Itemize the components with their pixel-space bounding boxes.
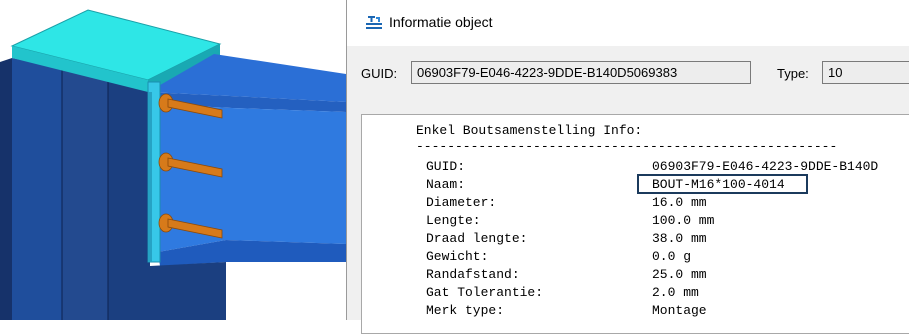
info-row-gewicht: Gewicht: 0.0 g — [426, 249, 692, 264]
info-text-panel[interactable]: Enkel Boutsamenstelling Info: ----------… — [361, 114, 909, 334]
dialog-title: Informatie object — [389, 14, 493, 30]
info-heading: Enkel Boutsamenstelling Info: — [416, 123, 643, 138]
info-row-lengte: Lengte: 100.0 mm — [426, 213, 715, 228]
info-separator: ----------------------------------------… — [416, 139, 838, 154]
type-label: Type: — [777, 66, 809, 81]
model-viewport[interactable] — [0, 0, 346, 320]
guid-row: GUID: 06903F79-E046-4223-9DDE-B140D50693… — [347, 46, 909, 96]
info-row-gat-tolerantie: Gat Tolerantie: 2.0 mm — [426, 285, 699, 300]
info-row-randafstand: Randafstand: 25.0 mm — [426, 267, 707, 282]
info-row-draad-lengte: Draad lengte: 38.0 mm — [426, 231, 707, 246]
dialog-titlebar[interactable]: Informatie object — [347, 0, 909, 46]
object-info-icon — [366, 16, 382, 29]
info-row-merk-type: Merk type: Montage — [426, 303, 707, 318]
naam-highlight-box — [637, 174, 808, 194]
type-field[interactable]: 10 — [822, 61, 909, 84]
info-row-guid: GUID: 06903F79-E046-4223-9DDE-B140D — [426, 159, 879, 174]
steel-connection-model — [0, 9, 346, 320]
info-row-naam: Naam: BOUT-M16*100-4014 — [426, 177, 785, 192]
guid-field[interactable]: 06903F79-E046-4223-9DDE-B140D5069383 — [411, 61, 751, 84]
info-row-diameter: Diameter: 16.0 mm — [426, 195, 707, 210]
guid-label: GUID: — [361, 66, 398, 81]
object-info-dialog: Informatie object GUID: 06903F79-E046-42… — [346, 0, 909, 334]
